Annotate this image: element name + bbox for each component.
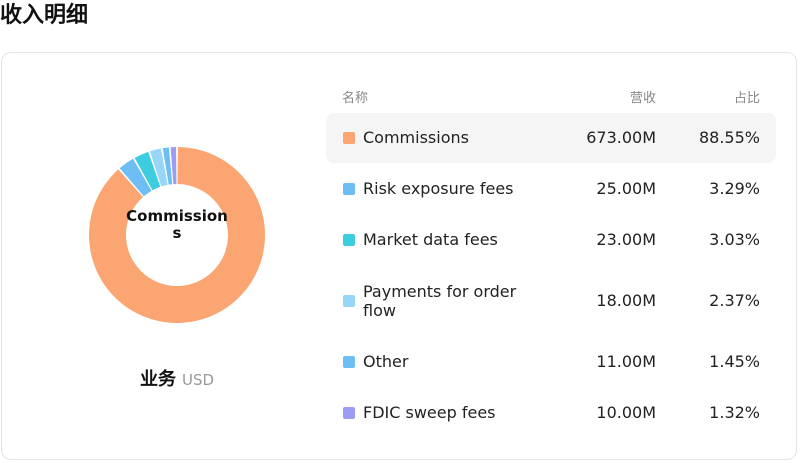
row-revenue: 11.00M bbox=[596, 352, 656, 371]
donut-center-label: Commissions bbox=[126, 207, 228, 242]
donut-chart[interactable]: Commissions bbox=[88, 146, 266, 324]
row-share: 2.37% bbox=[709, 291, 760, 310]
row-share: 3.03% bbox=[709, 230, 760, 249]
header-revenue: 营收 bbox=[629, 91, 656, 106]
row-name: Commissions bbox=[363, 128, 469, 147]
row-revenue: 18.00M bbox=[596, 291, 656, 310]
table-row-other[interactable]: Other 11.00M 1.45% bbox=[326, 337, 776, 387]
table-row-payments-for-order-flow[interactable]: Payments for order flow 18.00M 2.37% bbox=[326, 266, 776, 336]
row-share: 3.29% bbox=[709, 179, 760, 198]
page-title: 收入明细 bbox=[0, 3, 89, 28]
row-name: Payments for order flow bbox=[363, 282, 517, 320]
business-label: 业务 bbox=[139, 369, 176, 390]
table-header: 名称 营收 占比 bbox=[342, 87, 762, 106]
legend-swatch bbox=[343, 132, 355, 144]
header-share: 占比 bbox=[733, 91, 760, 106]
row-revenue: 10.00M bbox=[596, 403, 656, 422]
legend-swatch bbox=[343, 356, 355, 368]
row-share: 1.45% bbox=[709, 352, 760, 371]
row-revenue: 23.00M bbox=[596, 230, 656, 249]
legend-swatch bbox=[343, 295, 355, 307]
table-row-risk-exposure-fees[interactable]: Risk exposure fees 25.00M 3.29% bbox=[326, 164, 776, 214]
currency-label: USD bbox=[181, 371, 215, 389]
row-name: FDIC sweep fees bbox=[363, 403, 496, 422]
legend-swatch bbox=[343, 234, 355, 246]
row-name: Risk exposure fees bbox=[363, 179, 514, 198]
revenue-breakdown-card: Commissions 业务 USD 名称 营收 占比 Commissions 6… bbox=[1, 52, 797, 460]
row-revenue: 25.00M bbox=[596, 179, 656, 198]
table-row-fdic-sweep-fees[interactable]: FDIC sweep fees 10.00M 1.32% bbox=[326, 388, 776, 438]
row-revenue: 673.00M bbox=[586, 128, 656, 147]
row-share: 88.55% bbox=[698, 128, 760, 147]
legend-swatch bbox=[343, 407, 355, 419]
table-row-market-data-fees[interactable]: Market data fees 23.00M 3.03% bbox=[326, 215, 776, 265]
table-row-commissions[interactable]: Commissions 673.00M 88.55% bbox=[326, 113, 776, 163]
row-share: 1.32% bbox=[709, 403, 760, 422]
header-name: 名称 bbox=[342, 91, 369, 106]
row-name: Other bbox=[363, 352, 409, 371]
row-name: Market data fees bbox=[363, 230, 498, 249]
chart-caption: 业务 USD bbox=[2, 367, 352, 393]
legend-swatch bbox=[343, 183, 355, 195]
